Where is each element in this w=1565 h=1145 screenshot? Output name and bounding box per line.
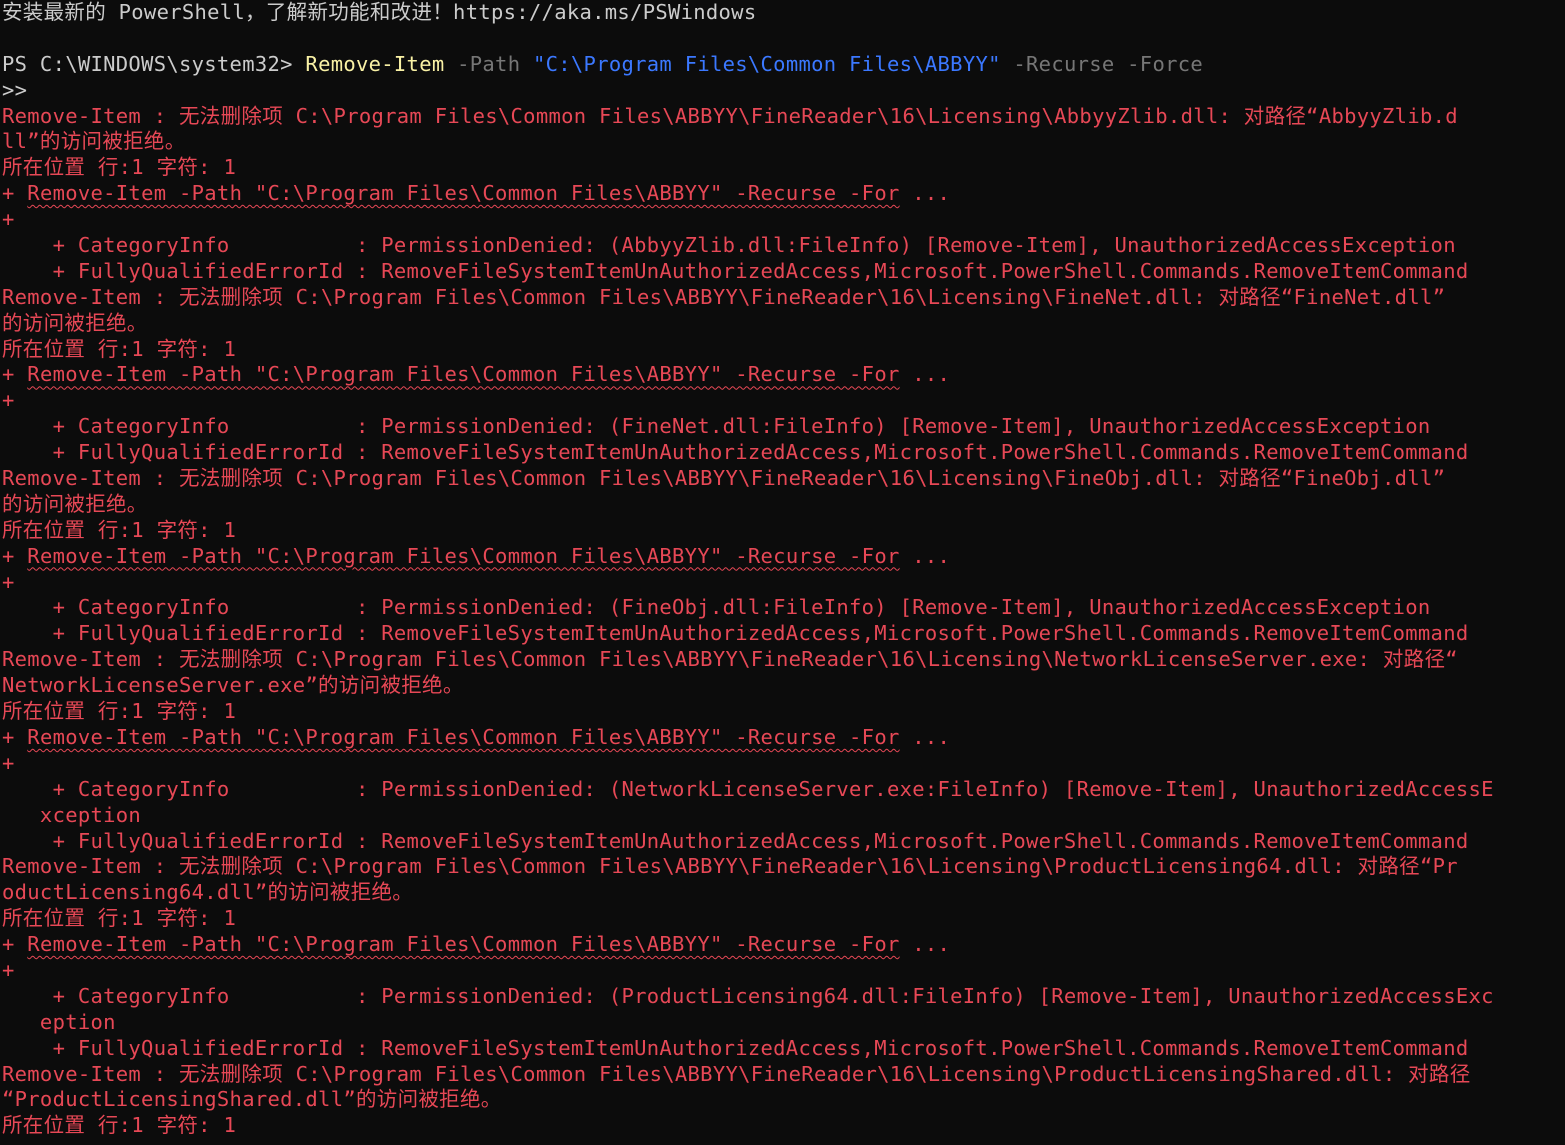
snippet-prefix: + [2,362,28,387]
error-message-line: 的访问被拒绝。 [2,491,148,516]
error-message-line: ll”的访问被拒绝。 [2,129,186,154]
snippet-code: Remove-Item -Path "C:\Program Files\Comm… [27,724,900,749]
error-message-line: Remove-Item : 无法删除项 C:\Program Files\Com… [2,1061,1471,1086]
error-snippet-line: + Remove-Item -Path "C:\Program Files\Co… [2,181,1565,207]
powershell-console[interactable]: 安装最新的 PowerShell，了解新功能和改进！https://aka.ms… [0,0,1565,1145]
snippet-code: Remove-Item -Path "C:\Program Files\Comm… [27,362,900,387]
snippet-ellipsis: ... [899,932,951,957]
snippet-code: Remove-Item -Path "C:\Program Files\Comm… [27,543,900,568]
snippet-ellipsis: ... [899,362,951,387]
error-message-line: Remove-Item : 无法删除项 C:\Program Files\Com… [2,284,1446,309]
snippet-code: Remove-Item -Path "C:\Program Files\Comm… [27,181,900,206]
prompt-line[interactable]: PS C:\WINDOWS\system32> Remove-Item -Pat… [2,52,1565,78]
error-message-line: 的访问被拒绝。 [2,310,148,335]
error-snippet-line: + Remove-Item -Path "C:\Program Files\Co… [2,544,1565,570]
continuation-prompt: >> [2,77,28,102]
error-plus-line: + [2,388,15,413]
error-fully-qualified-id: + FullyQualifiedErrorId : RemoveFileSyst… [2,440,1469,465]
error-snippet-line: + Remove-Item -Path "C:\Program Files\Co… [2,725,1565,751]
error-snippet-line: + Remove-Item -Path "C:\Program Files\Co… [2,362,1565,388]
banner-line: 安装最新的 PowerShell，了解新功能和改进！https://aka.ms… [2,0,757,24]
error-record: Remove-Item : 无法删除项 C:\Program Files\Com… [2,1062,1565,1140]
snippet-code: Remove-Item -Path "C:\Program Files\Comm… [27,932,900,957]
error-record: Remove-Item : 无法删除项 C:\Program Files\Com… [2,854,1565,1061]
error-category-info: + CategoryInfo : PermissionDenied: (Prod… [2,983,1494,1008]
error-plus-line: + [2,569,15,594]
error-record: Remove-Item : 无法删除项 C:\Program Files\Com… [2,466,1565,647]
snippet-prefix: + [2,181,28,206]
snippet-prefix: + [2,543,28,568]
path-parameter: -Path [444,51,533,76]
error-category-info: + CategoryInfo : PermissionDenied: (Fine… [2,595,1431,620]
error-fully-qualified-id: + FullyQualifiedErrorId : RemoveFileSyst… [2,621,1469,646]
switch-parameters: -Recurse -Force [1000,51,1204,76]
error-fully-qualified-id: + FullyQualifiedErrorId : RemoveFileSyst… [2,258,1469,283]
error-record: Remove-Item : 无法删除项 C:\Program Files\Com… [2,285,1565,466]
error-category-info: + CategoryInfo : PermissionDenied: (Fine… [2,414,1431,439]
error-record: Remove-Item : 无法删除项 C:\Program Files\Com… [2,104,1565,285]
error-plus-line: + [2,750,15,775]
error-message-line: oductLicensing64.dll”的访问被拒绝。 [2,880,414,905]
error-fully-qualified-id: + FullyQualifiedErrorId : RemoveFileSyst… [2,1035,1469,1060]
error-location: 所在位置 行:1 字符: 1 [2,336,237,361]
error-location: 所在位置 行:1 字符: 1 [2,906,237,931]
error-category-info: eption [2,1009,116,1034]
error-fully-qualified-id: + FullyQualifiedErrorId : RemoveFileSyst… [2,828,1469,853]
error-location: 所在位置 行:1 字符: 1 [2,1113,237,1138]
error-location: 所在位置 行:1 字符: 1 [2,155,237,180]
snippet-ellipsis: ... [899,724,951,749]
error-snippet-line: + Remove-Item -Path "C:\Program Files\Co… [2,932,1565,958]
error-message-line: Remove-Item : 无法删除项 C:\Program Files\Com… [2,647,1458,672]
error-message-line: NetworkLicenseServer.exe”的访问被拒绝。 [2,673,464,698]
error-message-line: Remove-Item : 无法删除项 C:\Program Files\Com… [2,466,1446,491]
snippet-prefix: + [2,724,28,749]
snippet-ellipsis: ... [899,543,951,568]
error-message-line: Remove-Item : 无法删除项 C:\Program Files\Com… [2,103,1458,128]
path-value: "C:\Program Files\Common Files\ABBYY" [532,51,1001,76]
error-location: 所在位置 行:1 字符: 1 [2,699,237,724]
error-message-line: Remove-Item : 无法删除项 C:\Program Files\Com… [2,854,1458,879]
error-record: Remove-Item : 无法删除项 C:\Program Files\Com… [2,647,1565,854]
error-output: Remove-Item : 无法删除项 C:\Program Files\Com… [2,104,1565,1140]
error-category-info: xception [2,802,142,827]
error-location: 所在位置 行:1 字符: 1 [2,517,237,542]
prompt-prefix: PS C:\WINDOWS\system32> [2,51,306,76]
snippet-prefix: + [2,932,28,957]
command-name: Remove-Item [305,51,445,76]
error-category-info: + CategoryInfo : PermissionDenied: (Abby… [2,233,1456,258]
error-message-line: “ProductLicensingShared.dll”的访问被拒绝。 [2,1087,502,1112]
snippet-ellipsis: ... [899,181,951,206]
error-plus-line: + [2,957,15,982]
error-category-info: + CategoryInfo : PermissionDenied: (Netw… [2,776,1494,801]
error-plus-line: + [2,207,15,232]
